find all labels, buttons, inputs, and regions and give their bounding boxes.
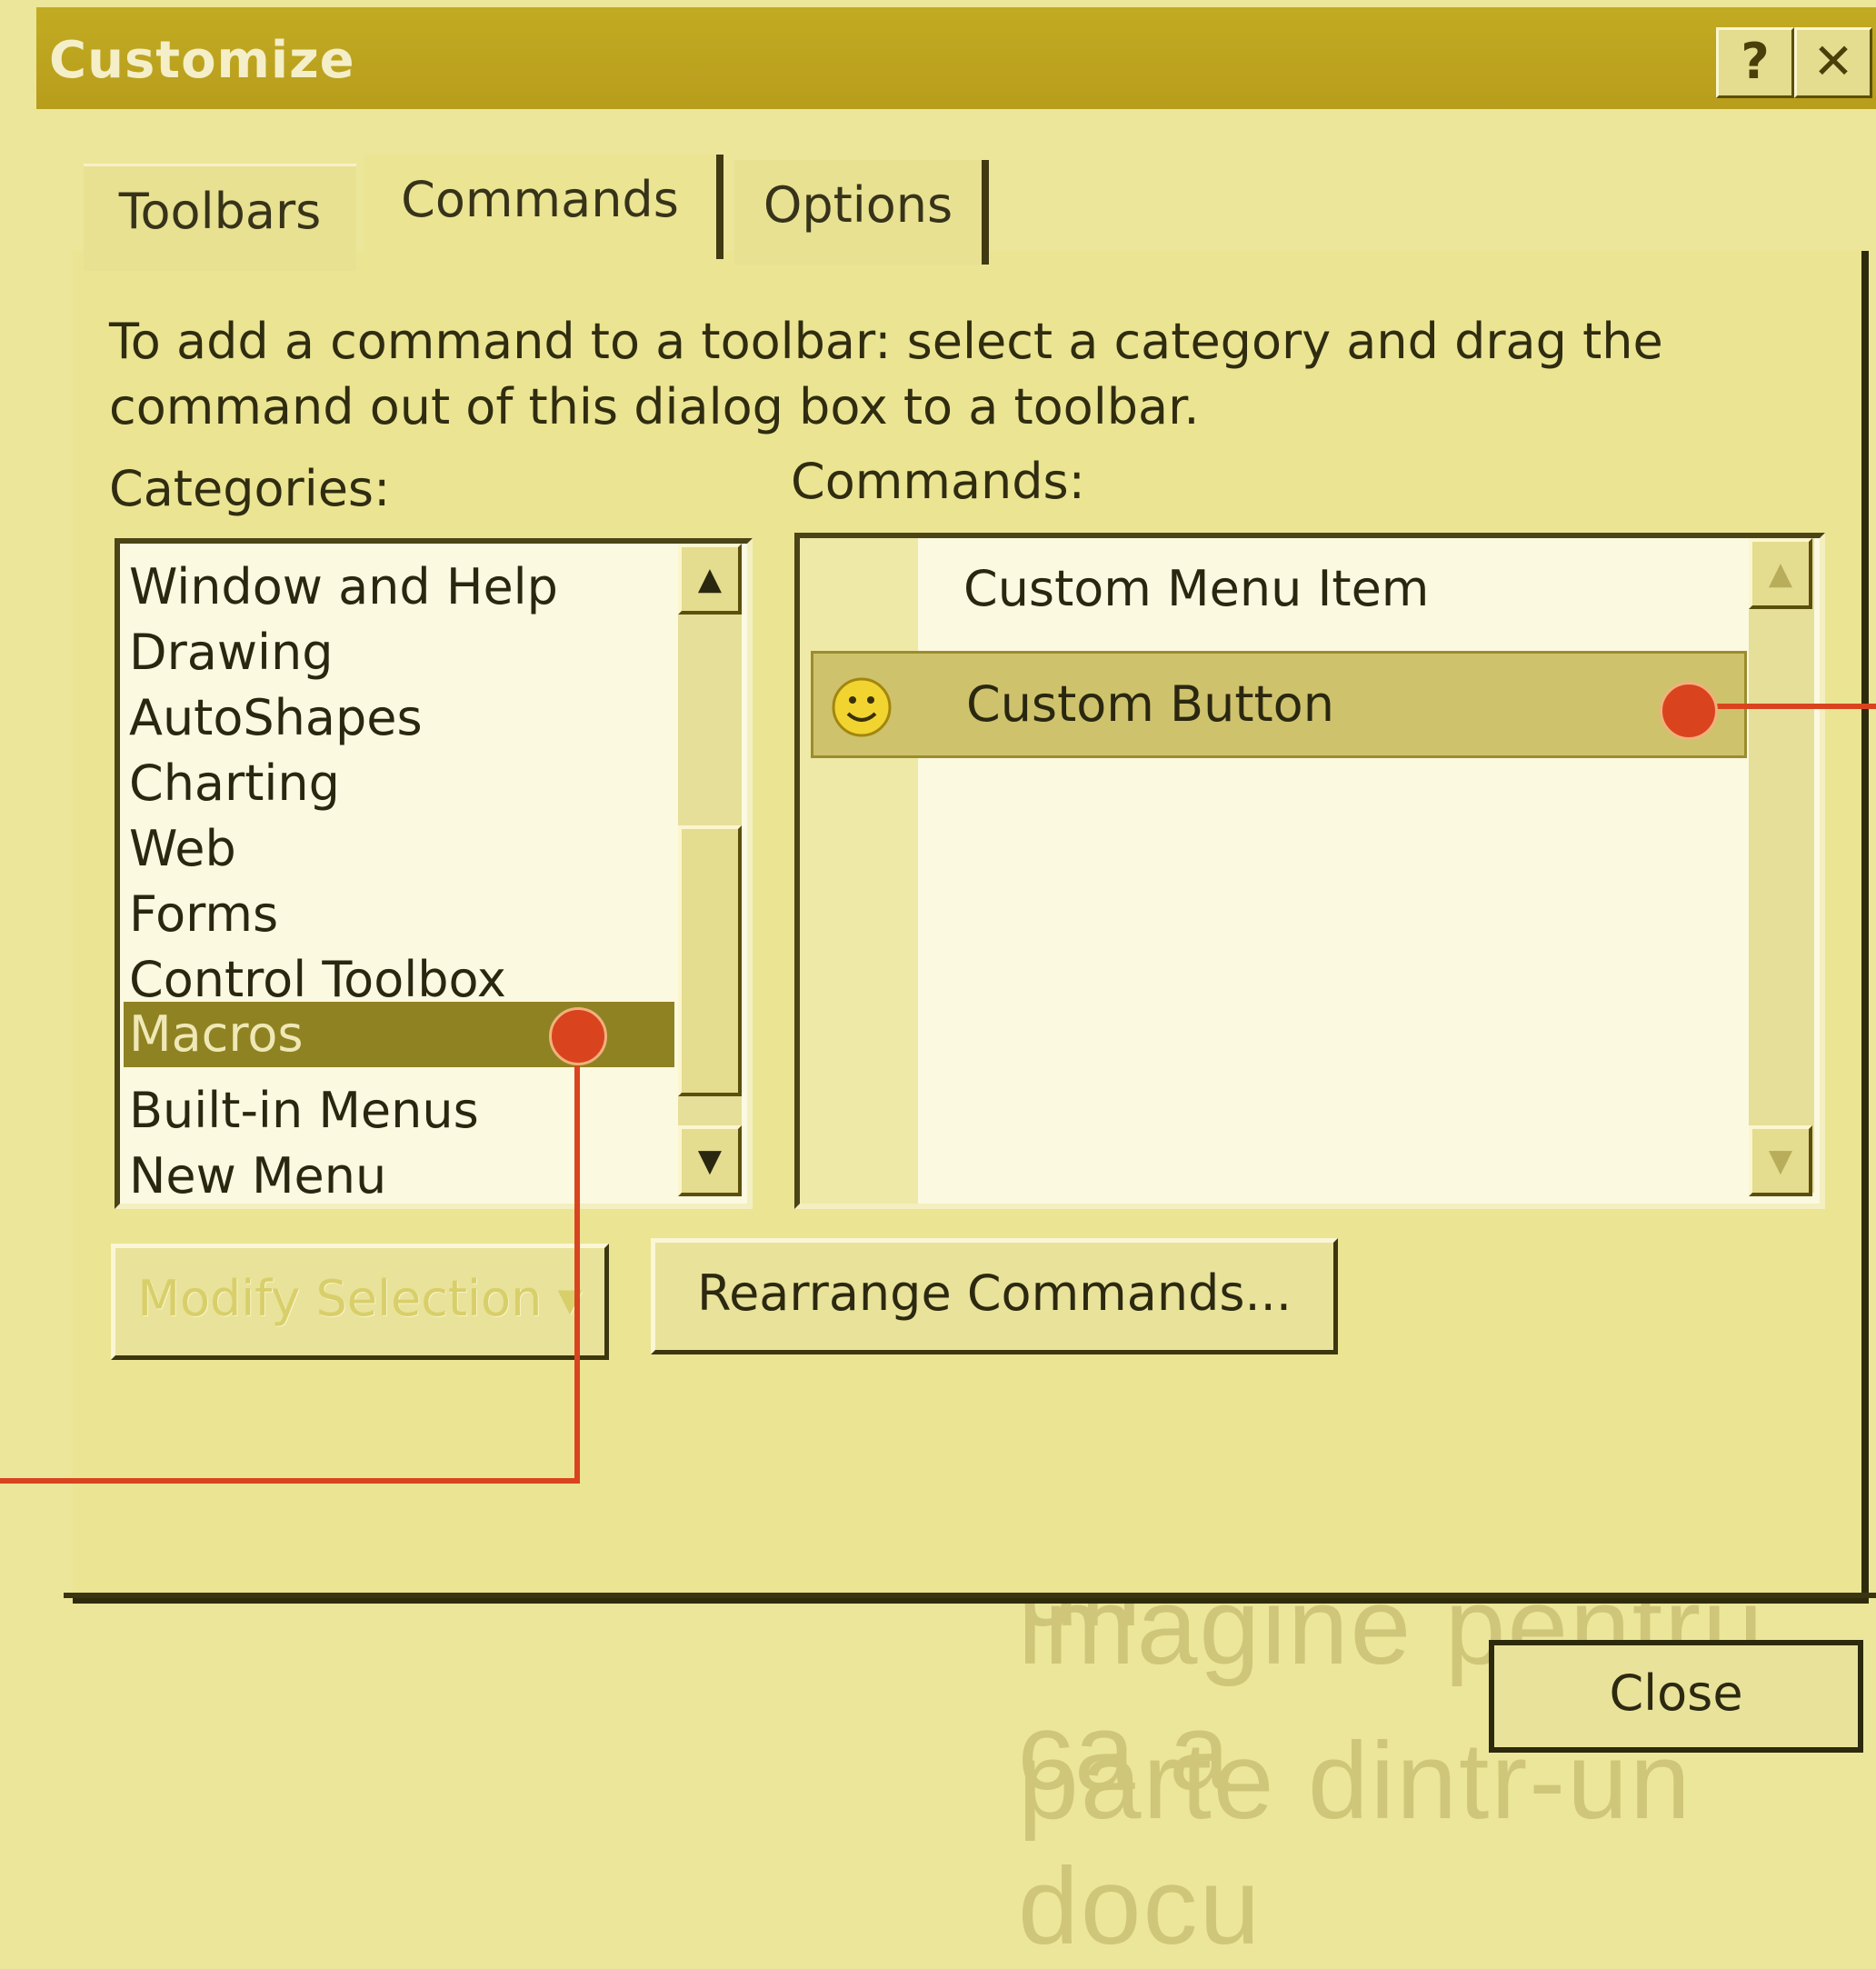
commands-listbox[interactable]: Custom Menu Item Custom Button ▲ ▼ <box>794 533 1825 1209</box>
list-item[interactable]: Web <box>129 816 674 882</box>
list-item[interactable]: AutoShapes <box>129 685 674 751</box>
commands-scrollbar[interactable]: ▲ ▼ <box>1749 538 1814 1196</box>
scroll-down-arrow-icon[interactable]: ▼ <box>1749 1125 1812 1196</box>
close-button[interactable]: Close <box>1489 1640 1863 1753</box>
window-title: Customize <box>49 31 355 90</box>
customize-dialog: Customize ? ✕ Toolbars Commands Options … <box>0 0 1876 1794</box>
scroll-up-arrow-icon[interactable]: ▲ <box>1749 538 1812 609</box>
callout-marker <box>1660 682 1718 740</box>
help-button[interactable]: ? <box>1716 27 1794 98</box>
modify-selection-button[interactable]: Modify Selection ▾ <box>111 1244 609 1360</box>
instruction-text: To add a command to a toolbar: select a … <box>109 313 1663 435</box>
callout-line <box>1709 704 1876 709</box>
list-item[interactable]: Drawing <box>129 620 674 685</box>
command-label: Custom Button <box>966 675 1334 733</box>
categories-scrollbar[interactable]: ▲ ▼ <box>678 544 742 1196</box>
tab-options[interactable]: Options <box>734 160 989 265</box>
callout-line <box>0 1478 580 1484</box>
tab-commands-label: Commands <box>401 171 679 228</box>
separator <box>64 1593 1876 1598</box>
close-window-button[interactable]: ✕ <box>1794 27 1872 98</box>
scroll-down-arrow-icon[interactable]: ▼ <box>678 1125 742 1196</box>
tab-commands[interactable]: Commands <box>364 155 723 259</box>
list-item[interactable]: Built-in Menus <box>129 1078 674 1144</box>
modify-selection-label: Modify Selection <box>137 1270 543 1327</box>
callout-line <box>574 1033 580 1484</box>
list-item[interactable]: Custom Menu Item <box>800 538 1736 640</box>
smiley-icon <box>830 672 893 737</box>
list-item-selected[interactable]: Custom Button <box>811 651 1747 758</box>
scroll-up-arrow-icon[interactable]: ▲ <box>678 544 742 615</box>
callout-marker <box>549 1007 607 1065</box>
list-item[interactable]: Forms <box>129 882 674 947</box>
categories-label: Categories: <box>109 460 391 517</box>
title-bar[interactable]: Customize ? ✕ <box>36 7 1876 109</box>
command-label: Custom Menu Item <box>963 560 1430 617</box>
tab-toolbars-label: Toolbars <box>118 183 322 240</box>
rearrange-commands-button[interactable]: Rearrange Commands... <box>651 1238 1338 1354</box>
commands-label: Commands: <box>791 453 1085 510</box>
list-item[interactable]: Window and Help <box>129 555 674 620</box>
tab-toolbars[interactable]: Toolbars <box>84 164 356 271</box>
list-item[interactable]: Charting <box>129 751 674 816</box>
scrollbar-thumb[interactable] <box>678 825 742 1096</box>
tab-options-label: Options <box>763 176 953 234</box>
categories-listbox[interactable]: Window and Help Drawing AutoShapes Chart… <box>115 538 753 1209</box>
list-item[interactable]: New Menu <box>129 1144 674 1204</box>
